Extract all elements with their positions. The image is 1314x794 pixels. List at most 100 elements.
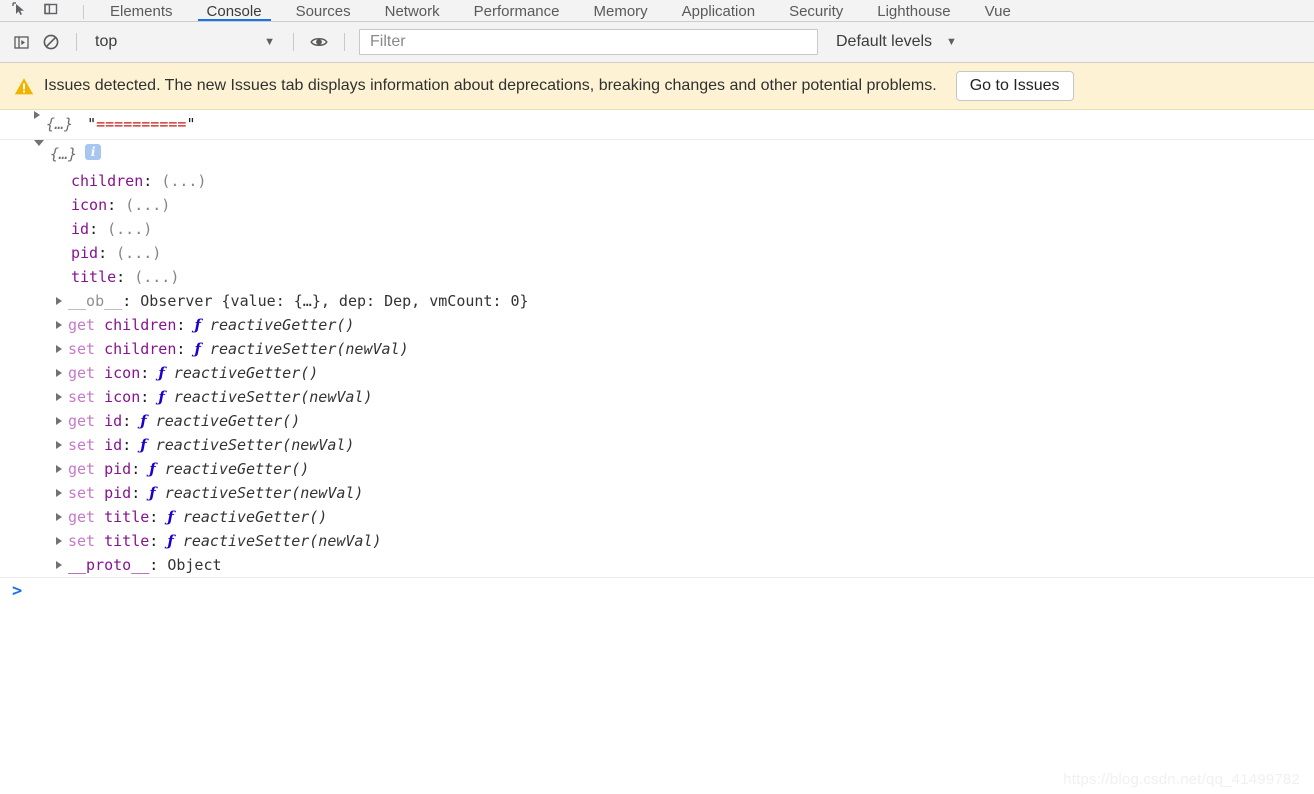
property-row-set-pid[interactable]: set pid: ƒ reactiveSetter(newVal) (0, 481, 1314, 505)
accessor-keyword: set (68, 388, 96, 406)
property-value[interactable]: reactiveSetter(newVal) (165, 481, 364, 505)
toolbar-divider-2 (293, 33, 294, 51)
property-value[interactable]: (...) (161, 169, 206, 193)
console-prompt[interactable]: > (0, 578, 1314, 604)
property-value[interactable]: Object (167, 553, 221, 577)
property-separator: : (176, 340, 195, 358)
property-value[interactable]: reactiveSetter(newVal) (210, 337, 409, 361)
property-key: children (71, 172, 144, 190)
accessor-keyword: set (68, 340, 96, 358)
console-message-row[interactable]: {…} " ========== " (0, 110, 1314, 139)
property-separator: : (98, 244, 117, 262)
property-value[interactable]: reactiveGetter() (156, 409, 301, 433)
string-value: ========== (96, 115, 187, 133)
live-expression-eye-icon[interactable] (304, 28, 334, 56)
inspect-cursor-icon[interactable] (10, 0, 28, 18)
property-key: __ob__ (68, 292, 123, 310)
property-value[interactable]: reactiveGetter() (183, 505, 328, 529)
property-separator: : (131, 484, 150, 502)
tab-security[interactable]: Security (772, 0, 860, 21)
property-row-get-id[interactable]: get id: ƒ reactiveGetter() (0, 409, 1314, 433)
property-row-proto[interactable]: __proto__: Object (0, 553, 1314, 577)
object-preview[interactable]: {…} (46, 112, 73, 136)
property-value[interactable]: (...) (116, 241, 161, 265)
property-row-get-icon[interactable]: get icon: ƒ reactiveGetter() (0, 361, 1314, 385)
tab-memory[interactable]: Memory (577, 0, 665, 21)
collapse-triangle-icon[interactable] (34, 140, 44, 146)
console-filter-box[interactable] (359, 29, 818, 55)
property-row-set-id[interactable]: set id: ƒ reactiveSetter(newVal) (0, 433, 1314, 457)
property-value[interactable]: (...) (134, 265, 179, 289)
property-value[interactable]: reactiveGetter() (174, 361, 319, 385)
object-property-list: children: (...) icon: (...) id: (...) pi… (0, 169, 1314, 577)
property-key: title (104, 532, 150, 550)
property-row-get-children[interactable]: get children: ƒ reactiveGetter() (0, 313, 1314, 337)
property-separator: : (143, 172, 162, 190)
console-message-object[interactable]: {…} i children: (...) icon: (...) id: (.… (0, 140, 1314, 577)
property-value[interactable]: reactiveSetter(newVal) (183, 529, 382, 553)
expand-triangle-icon[interactable] (56, 513, 62, 521)
property-key: icon (71, 196, 108, 214)
property-key: pid (104, 460, 132, 478)
property-value[interactable]: Observer {value: {…}, dep: Dep, vmCount:… (140, 289, 528, 313)
filter-input[interactable] (368, 32, 809, 52)
expand-triangle-icon[interactable] (56, 537, 62, 545)
property-key: title (104, 508, 150, 526)
expand-triangle-icon[interactable] (56, 417, 62, 425)
expand-triangle-icon[interactable] (56, 561, 62, 569)
expand-triangle-icon[interactable] (56, 393, 62, 401)
property-row-set-icon[interactable]: set icon: ƒ reactiveSetter(newVal) (0, 385, 1314, 409)
tab-sources[interactable]: Sources (279, 0, 368, 21)
tab-lighthouse[interactable]: Lighthouse (860, 0, 967, 21)
property-row-children[interactable]: children: (...) (0, 169, 1314, 193)
info-badge-icon: i (85, 144, 102, 160)
expand-triangle-icon[interactable] (56, 441, 62, 449)
property-value[interactable]: reactiveSetter(newVal) (156, 433, 355, 457)
tab-application[interactable]: Application (665, 0, 772, 21)
property-row-set-children[interactable]: set children: ƒ reactiveSetter(newVal) (0, 337, 1314, 361)
tab-console[interactable]: Console (190, 0, 279, 21)
tab-bar-icon-group (0, 0, 93, 21)
tab-network[interactable]: Network (368, 0, 457, 21)
property-row-pid[interactable]: pid: (...) (0, 241, 1314, 265)
property-value[interactable]: reactiveGetter() (210, 313, 355, 337)
property-key: __proto__ (68, 556, 150, 574)
expand-triangle-icon[interactable] (56, 297, 62, 305)
toolbar-divider-1 (76, 33, 77, 51)
property-row-set-title[interactable]: set title: ƒ reactiveSetter(newVal) (0, 529, 1314, 553)
expand-triangle-icon[interactable] (56, 345, 62, 353)
property-value[interactable]: reactiveGetter() (165, 457, 310, 481)
go-to-issues-button[interactable]: Go to Issues (955, 70, 1074, 102)
property-key: id (104, 436, 123, 454)
property-key: children (104, 340, 177, 358)
property-separator: : (107, 196, 126, 214)
clear-console-icon[interactable] (36, 28, 66, 56)
string-open-quote: " (87, 115, 97, 133)
property-row-title[interactable]: title: (...) (0, 265, 1314, 289)
issues-banner: Issues detected. The new Issues tab disp… (0, 63, 1314, 110)
property-row-icon[interactable]: icon: (...) (0, 193, 1314, 217)
property-value[interactable]: (...) (107, 217, 152, 241)
expand-triangle-icon[interactable] (56, 321, 62, 329)
property-row-id[interactable]: id: (...) (0, 217, 1314, 241)
property-value[interactable]: (...) (125, 193, 170, 217)
property-value[interactable]: reactiveSetter(newVal) (174, 385, 373, 409)
expand-triangle-icon[interactable] (56, 369, 62, 377)
expand-triangle-icon[interactable] (34, 111, 40, 119)
tab-elements[interactable]: Elements (93, 0, 190, 21)
console-sidebar-icon[interactable] (6, 28, 36, 56)
device-toolbar-icon[interactable] (42, 0, 60, 18)
tab-vue[interactable]: Vue (968, 0, 1028, 21)
property-row-get-title[interactable]: get title: ƒ reactiveGetter() (0, 505, 1314, 529)
property-row-get-pid[interactable]: get pid: ƒ reactiveGetter() (0, 457, 1314, 481)
log-levels-dropdown[interactable]: Default levels ▼ (830, 28, 963, 56)
expand-triangle-icon[interactable] (56, 465, 62, 473)
expand-triangle-icon[interactable] (56, 489, 62, 497)
console-message-string[interactable]: {…} " ========== " (0, 110, 1314, 140)
tab-performance[interactable]: Performance (457, 0, 577, 21)
object-preview[interactable]: {…} (50, 142, 77, 166)
property-row-ob[interactable]: __ob__: Observer {value: {…}, dep: Dep, … (0, 289, 1314, 313)
execution-context-select[interactable]: top ▼ (87, 28, 283, 56)
console-message-row[interactable]: {…} i (0, 140, 1314, 169)
issues-message: Issues detected. The new Issues tab disp… (44, 77, 937, 94)
